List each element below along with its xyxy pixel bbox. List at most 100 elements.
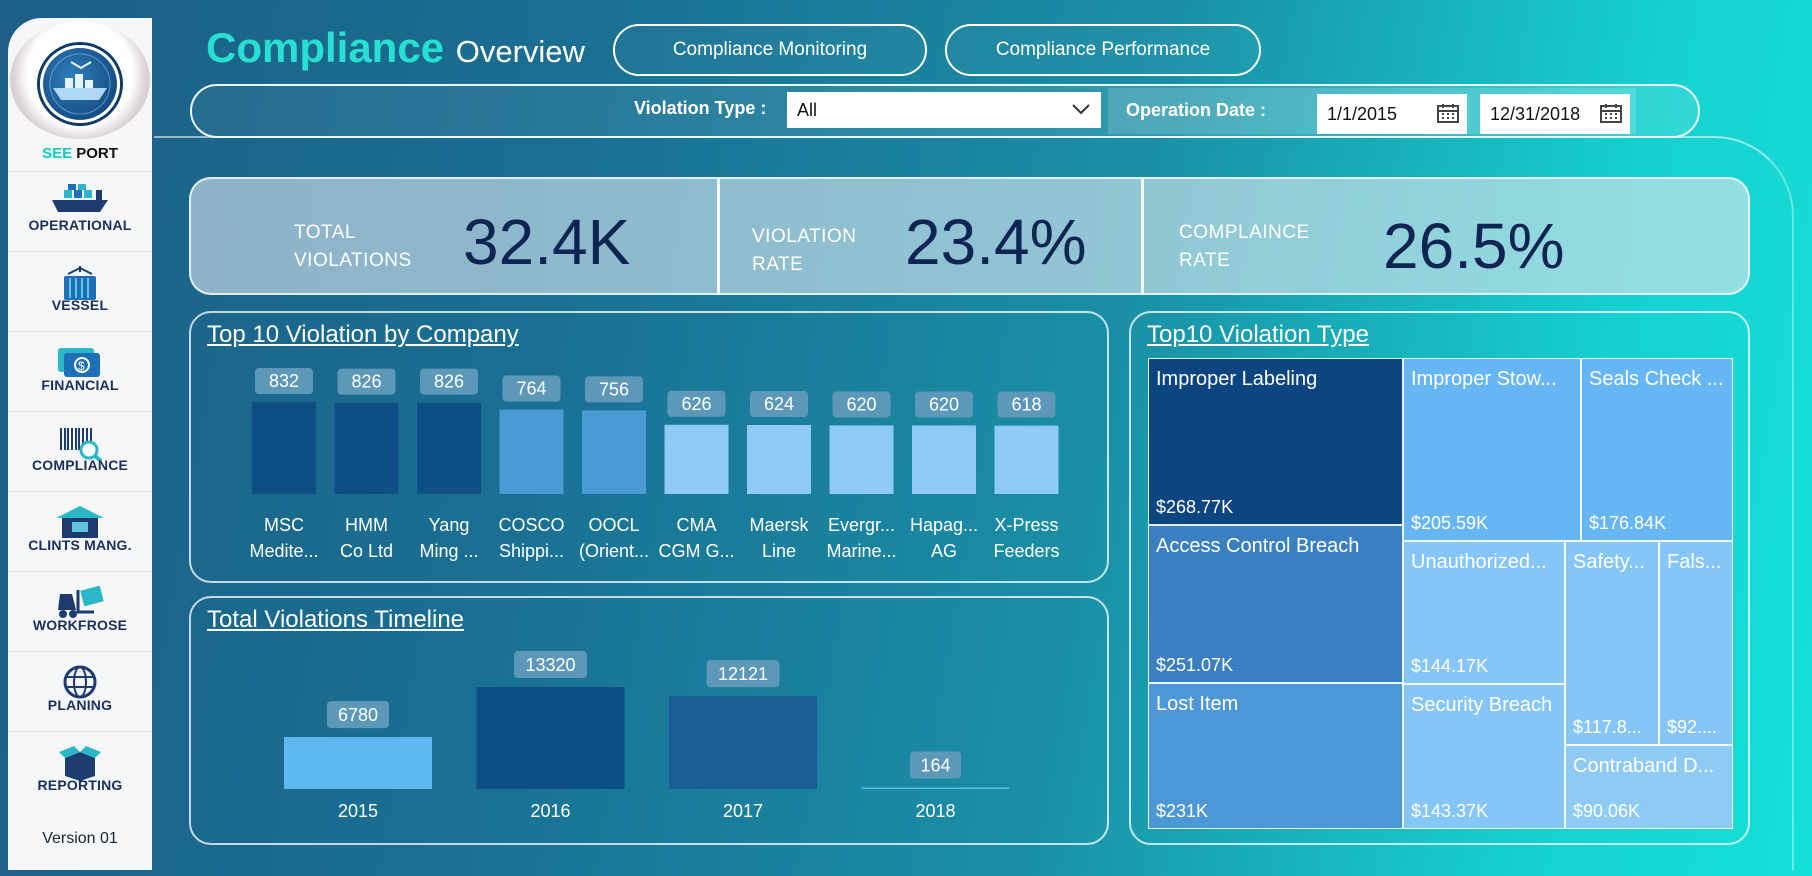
- nav-reporting[interactable]: REPORTING: [8, 731, 152, 809]
- nav-financial[interactable]: $ FINANCIAL: [8, 331, 152, 409]
- tile-name: Access Control Breach: [1156, 535, 1360, 557]
- company-bar[interactable]: [747, 425, 811, 494]
- nav-label: REPORTING: [37, 777, 123, 793]
- violation-type-card: Top10 Violation Type Improper Labeling $2…: [1129, 311, 1750, 845]
- tile-value: $176.84K: [1589, 513, 1667, 533]
- nav-compliance[interactable]: COMPLIANCE: [8, 411, 152, 489]
- ship-icon: [52, 184, 108, 212]
- treemap-tile[interactable]: Security Breach $143.37K: [1403, 684, 1565, 829]
- year-label: 2015: [338, 801, 378, 821]
- violation-treemap: Improper Labeling $268.77K Access Control …: [1148, 358, 1733, 829]
- year-label: 2016: [530, 801, 570, 821]
- kpi-label-line: RATE: [752, 254, 804, 275]
- kpi-card: TOTAL VIOLATIONS 32.4K VIOLATION RATE 23.4…: [189, 177, 1750, 295]
- treemap-tile[interactable]: Fals... $92....: [1659, 541, 1733, 745]
- company-bar[interactable]: [664, 424, 729, 494]
- nav-operational[interactable]: OPERATIONAL: [8, 171, 152, 249]
- category-label: Feeders: [993, 541, 1059, 561]
- total-violations-value: 32.4K: [463, 206, 631, 278]
- title-sub: Overview: [455, 34, 585, 69]
- tile-name: Safety...: [1573, 551, 1645, 573]
- company-bar[interactable]: [417, 402, 481, 494]
- kpi-divider: [717, 179, 720, 295]
- category-label: (Orient...: [579, 541, 649, 561]
- end-date-input[interactable]: 12/31/2018: [1480, 94, 1630, 134]
- data-label: 832: [269, 371, 299, 391]
- tile-value: $205.59K: [1411, 513, 1489, 533]
- treemap-tile[interactable]: Improper Labeling $268.77K: [1148, 358, 1403, 525]
- violation-type-value: All: [797, 99, 818, 120]
- violation-type-dropdown[interactable]: All: [787, 92, 1101, 128]
- category-label: HMM: [345, 515, 388, 535]
- company-bar[interactable]: [252, 402, 316, 494]
- data-label: 13320: [525, 655, 575, 675]
- data-label: 6780: [338, 705, 378, 725]
- timeline-bar-chart: 6780 2015 13320 2016 12121 2017 164 2018: [284, 651, 1010, 821]
- compliance-rate-value: 26.5%: [1383, 210, 1565, 282]
- calendar-icon[interactable]: [1437, 103, 1459, 123]
- category-label: CMA: [677, 515, 717, 535]
- title-main: Compliance: [206, 24, 445, 71]
- treemap-tile[interactable]: Safety... $117.8...: [1565, 541, 1659, 745]
- company-bar[interactable]: [829, 425, 894, 494]
- start-date-input[interactable]: 1/1/2015: [1317, 94, 1467, 134]
- data-label: 764: [516, 379, 546, 399]
- nav-workforce[interactable]: WORKFROSE: [8, 571, 152, 649]
- category-label: X-Press: [994, 515, 1058, 535]
- nav-label: PLANING: [47, 697, 113, 713]
- company-bar[interactable]: [994, 425, 1059, 494]
- nav-planning[interactable]: PLANING: [8, 651, 152, 729]
- treemap-tile[interactable]: Lost Item $231K: [1148, 683, 1403, 829]
- logo-badge[interactable]: [10, 21, 150, 139]
- category-label: Shippi...: [499, 541, 564, 561]
- money-icon: $: [58, 348, 100, 377]
- category-label: MSC: [264, 515, 304, 535]
- data-label: 618: [1011, 395, 1041, 415]
- treemap-tile[interactable]: Access Control Breach $251.07K: [1148, 525, 1403, 683]
- treemap-tile[interactable]: Contraband D... $90.06K: [1565, 745, 1733, 829]
- treemap-tile[interactable]: Improper Stow... $205.59K: [1403, 358, 1581, 541]
- nav-label: VESSEL: [51, 297, 109, 313]
- tab-compliance-monitoring[interactable]: Compliance Monitoring: [613, 24, 927, 76]
- data-label: 826: [434, 372, 464, 392]
- data-label: 620: [929, 394, 959, 414]
- company-bar[interactable]: [499, 409, 564, 494]
- treemap-tile[interactable]: Seals Check ... $176.84K: [1581, 358, 1733, 541]
- year-label: 2017: [723, 801, 763, 821]
- treemap-tile[interactable]: Unauthorized... $144.17K: [1403, 541, 1565, 684]
- company-bar[interactable]: [334, 402, 399, 494]
- brand-name: SEE PORT: [8, 145, 152, 162]
- company-bar[interactable]: [912, 425, 976, 494]
- nav-clients[interactable]: CLINTS MANG.: [8, 491, 152, 569]
- data-label: 12121: [718, 664, 768, 684]
- data-label: 164: [920, 756, 950, 776]
- tile-name: Improper Labeling: [1156, 368, 1318, 390]
- warehouse-icon: [56, 506, 104, 538]
- category-label: Medite...: [249, 541, 318, 561]
- category-label: Yang: [429, 515, 470, 535]
- nav-vessel[interactable]: VESSEL: [8, 251, 152, 329]
- nav-label: CLINTS MANG.: [28, 537, 132, 553]
- year-label: 2018: [915, 801, 955, 821]
- year-bar[interactable]: [669, 696, 817, 789]
- tile-value: $268.77K: [1156, 497, 1234, 517]
- globe-icon: [63, 665, 97, 699]
- total-violations-label: TOTAL VIOLATIONS: [294, 219, 412, 275]
- tile-value: $90.06K: [1573, 801, 1641, 821]
- violation-rate-label: VIOLATION RATE: [752, 223, 856, 279]
- kpi-label-line: VIOLATIONS: [294, 250, 412, 271]
- year-bar[interactable]: [861, 787, 1010, 790]
- kpi-label-line: RATE: [1179, 250, 1231, 271]
- tab-compliance-performance[interactable]: Compliance Performance: [945, 24, 1261, 76]
- year-bar[interactable]: [284, 737, 432, 789]
- company-bar[interactable]: [582, 410, 646, 494]
- category-label: Marine...: [826, 541, 896, 561]
- year-bar[interactable]: [476, 687, 625, 789]
- category-label: Line: [762, 541, 796, 561]
- forklift-icon: [58, 585, 104, 618]
- chart-title: Top10 Violation Type: [1147, 321, 1369, 348]
- nav-label: COMPLIANCE: [31, 457, 129, 473]
- tile-name: Unauthorized...: [1411, 551, 1547, 573]
- category-label: Ming ...: [419, 541, 478, 561]
- calendar-icon[interactable]: [1600, 103, 1622, 123]
